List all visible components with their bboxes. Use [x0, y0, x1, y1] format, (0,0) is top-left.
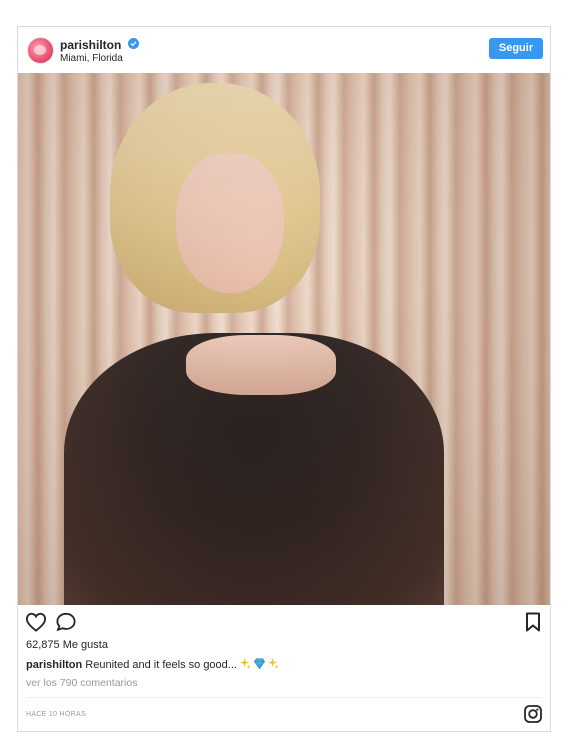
caption-text: Reunited and it feels so good...: [85, 659, 237, 671]
gem-icon: [254, 658, 266, 670]
caption: parishilton Reunited and it feels so goo…: [26, 658, 279, 671]
photo-shade: [18, 73, 550, 605]
comment-icon[interactable]: [55, 612, 77, 637]
follow-button[interactable]: Seguir: [489, 38, 543, 59]
sparkles-icon: [240, 658, 251, 669]
caption-username[interactable]: parishilton: [26, 659, 82, 671]
bookmark-icon[interactable]: [525, 612, 541, 637]
location-link[interactable]: Miami, Florida: [60, 53, 123, 64]
action-bar: [18, 605, 550, 641]
likes-count[interactable]: 62,875 Me gusta: [26, 639, 108, 651]
post-photo[interactable]: [18, 73, 550, 605]
timestamp[interactable]: HACE 10 HORAS: [26, 711, 86, 718]
username[interactable]: parishilton: [60, 38, 121, 52]
post-header: parishilton Miami, Florida Seguir: [18, 27, 550, 73]
divider: [26, 697, 542, 698]
heart-icon[interactable]: [25, 612, 47, 637]
instagram-embed-card: parishilton Miami, Florida Seguir 62,875…: [17, 26, 551, 732]
sparkles-icon: [268, 658, 279, 669]
verified-badge-icon: [128, 38, 139, 49]
avatar[interactable]: [27, 37, 54, 64]
instagram-logo-icon[interactable]: [524, 705, 542, 728]
view-comments-link[interactable]: ver los 790 comentarios: [26, 677, 137, 689]
